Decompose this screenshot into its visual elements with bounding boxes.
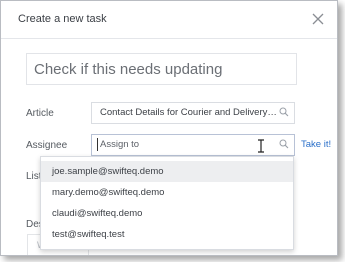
dropdown-option[interactable]: test@swifteq.test [41, 224, 293, 245]
task-title-field[interactable] [26, 53, 297, 85]
close-icon[interactable] [311, 12, 325, 26]
task-title-input[interactable] [34, 58, 289, 80]
article-label: Article [26, 108, 54, 119]
article-field[interactable]: Contact Details for Courier and Delivery… [91, 102, 295, 124]
create-task-dialog: Create a new task Article Contact Detail… [0, 0, 338, 256]
dropdown-option[interactable]: claudi@swifteq.demo [41, 203, 293, 224]
search-icon [279, 139, 289, 149]
dialog-header: Create a new task [1, 1, 337, 39]
article-value: Contact Details for Courier and Delivery… [100, 107, 278, 118]
search-icon [279, 107, 289, 117]
text-caret [97, 138, 98, 151]
assignee-placeholder: Assign to [100, 139, 140, 150]
assignee-dropdown: joe.sample@swifteq.demo mary.demo@swifte… [40, 156, 294, 250]
ibeam-cursor-icon [258, 139, 264, 153]
dialog-title: Create a new task [18, 13, 107, 25]
take-it-link[interactable]: Take it! [301, 139, 331, 150]
assignee-label: Assignee [26, 140, 68, 151]
dropdown-option[interactable]: joe.sample@swifteq.demo [41, 161, 293, 182]
dropdown-option[interactable]: mary.demo@swifteq.demo [41, 182, 293, 203]
